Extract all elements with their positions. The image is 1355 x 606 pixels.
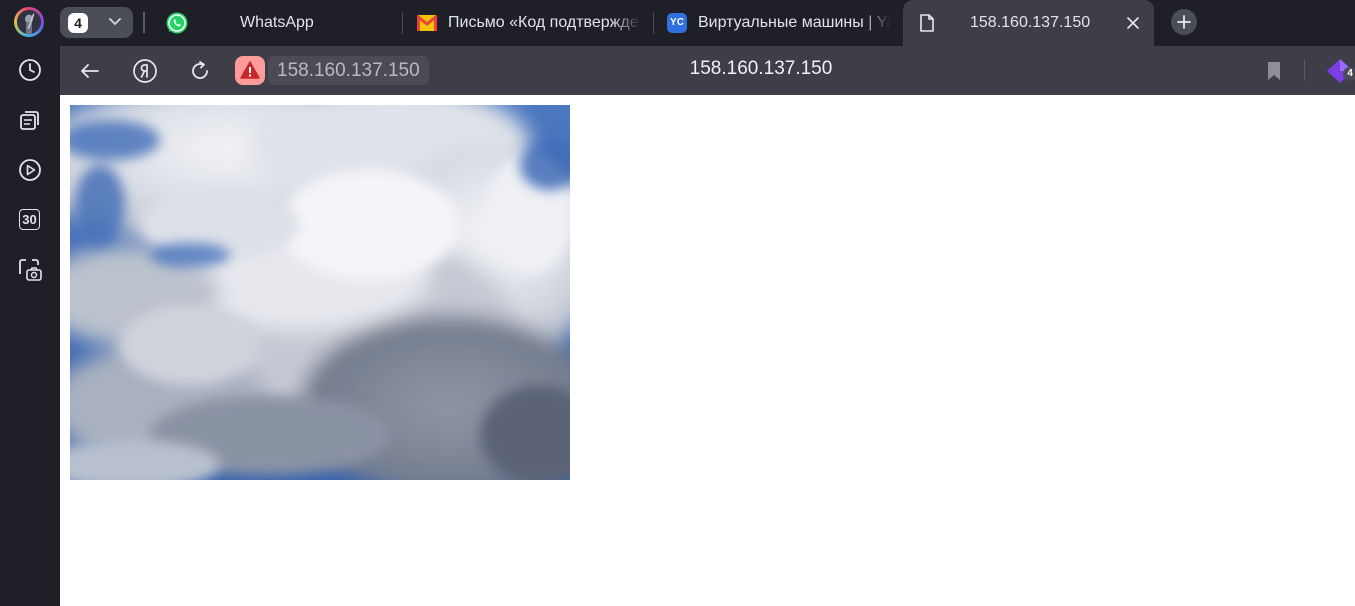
page-title: 158.160.137.150 — [689, 58, 833, 79]
calendar-day: 30 — [19, 209, 40, 230]
tab-gmail-letter[interactable]: Письмо «Код подтверждения — [403, 0, 651, 46]
calendar-icon[interactable]: 30 — [17, 207, 43, 233]
extension-button[interactable]: 4 — [1326, 58, 1355, 84]
tab-divider — [653, 12, 654, 34]
document-icon — [920, 14, 934, 32]
whatsapp-icon — [166, 12, 188, 34]
clouds-image — [70, 105, 570, 480]
tab-strip: 4 WhatsApp Письмо «Код подтверждения YC … — [0, 0, 1355, 46]
collections-icon[interactable] — [17, 107, 43, 133]
video-play-icon[interactable] — [17, 157, 43, 183]
new-tab-button[interactable] — [1171, 9, 1197, 35]
gmail-icon — [417, 15, 437, 31]
tab-title: WhatsApp — [240, 14, 314, 31]
bookmark-icon[interactable] — [1266, 61, 1282, 81]
tab-title: 158.160.137.150 — [970, 14, 1091, 31]
screenshot-camera-icon[interactable] — [17, 257, 43, 283]
address-toolbar: 158.160.137.150 158.160.137.150 4 — [60, 46, 1355, 95]
chevron-down-icon — [109, 18, 121, 26]
profile-avatar[interactable] — [14, 7, 44, 37]
tab-title: Письмо «Код подтверждения — [448, 14, 641, 31]
avatar-picture — [17, 10, 41, 34]
close-icon[interactable] — [1127, 17, 1139, 29]
tab-group-switcher[interactable]: 4 — [60, 7, 133, 38]
left-sidebar: 30 — [0, 46, 60, 606]
tab-whatsapp[interactable]: WhatsApp — [156, 0, 401, 46]
tab-yandex-cloud[interactable]: YC Виртуальные машины | Yandex — [655, 0, 901, 46]
cloud-sky-photo — [70, 105, 570, 480]
tab-active-ip[interactable]: 158.160.137.150 — [903, 0, 1154, 46]
web-page-content — [60, 95, 1355, 606]
tab-title: Виртуальные машины | Yandex — [698, 14, 891, 31]
yandex-cloud-icon: YC — [667, 13, 687, 33]
plus-icon — [1177, 15, 1191, 29]
extension-badge: 4 — [1343, 67, 1355, 81]
tab-count-badge: 4 — [68, 13, 88, 33]
history-icon[interactable] — [17, 57, 43, 83]
divider — [143, 12, 145, 33]
divider — [1304, 60, 1305, 81]
